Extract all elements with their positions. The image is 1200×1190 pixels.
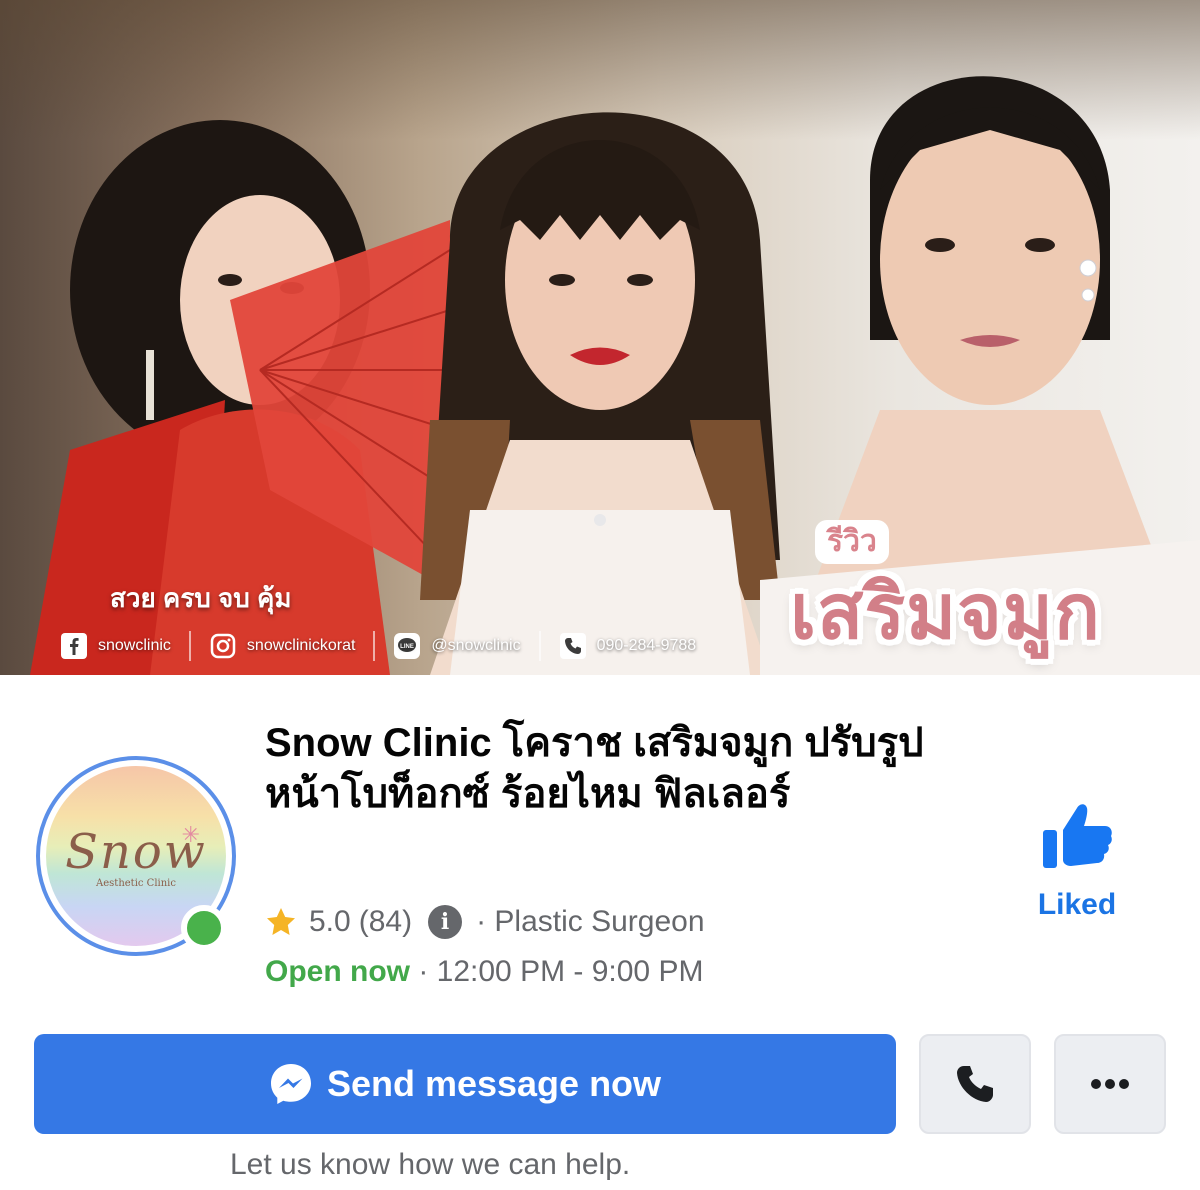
line-icon: LINE — [393, 632, 421, 660]
page-title: Snow Clinic โคราช เสริมจมูก ปรับรูปหน้าโ… — [265, 721, 924, 817]
contact-instagram-label: snowclinickorat — [246, 637, 356, 654]
hours-row: Open now · 12:00 PM - 9:00 PM — [265, 952, 703, 992]
rating-value: 5.0 — [309, 905, 351, 938]
send-message-label: Send message now — [326, 1063, 662, 1104]
cover-headline: เสริมจมูก — [790, 570, 1101, 655]
help-text: Let us know how we can help. — [230, 1148, 631, 1181]
liked-button[interactable]: Liked — [1030, 800, 1124, 922]
contact-line: LINE @snowclinic — [393, 631, 541, 661]
send-message-button[interactable]: Send message now — [34, 1034, 896, 1134]
contact-facebook-label: snowclinic — [98, 637, 171, 654]
contact-facebook: snowclinic — [60, 631, 191, 661]
contact-line-label: @snowclinic — [431, 637, 521, 654]
opening-hours: · 12:00 PM - 9:00 PM — [410, 955, 704, 988]
review-count[interactable]: (84) — [359, 905, 412, 939]
info-icon[interactable]: i — [428, 905, 463, 939]
more-options-button[interactable] — [1054, 1034, 1166, 1134]
messenger-icon — [270, 1064, 311, 1104]
contact-phone: 090-284-9788 — [559, 631, 715, 661]
online-status-indicator — [181, 905, 227, 951]
svg-text:LINE: LINE — [401, 644, 415, 650]
star-icon — [267, 908, 295, 935]
liked-label: Liked — [1037, 888, 1117, 921]
contact-phone-label: 090-284-9788 — [596, 637, 697, 654]
thumbs-up-icon — [1043, 804, 1112, 868]
call-button[interactable] — [919, 1034, 1031, 1134]
cover-model-center — [420, 112, 780, 675]
page-category: · Plastic Surgeon — [476, 905, 705, 938]
contact-instagram: snowclinickorat — [209, 631, 376, 661]
avatar-logo-subtitle: Aesthetic Clinic — [96, 877, 176, 889]
cover-photo[interactable]: สวย ครบ จบ คุ้ม snowclinic snowclinickor… — [0, 0, 1200, 675]
cover-contacts: snowclinic snowclinickorat LINE @snowcli… — [60, 626, 732, 666]
cover-slogan: สวย ครบ จบ คุ้ม — [110, 583, 292, 613]
snowflake-icon: ✳ — [181, 822, 200, 847]
facebook-icon — [60, 632, 88, 660]
more-icon — [1091, 1079, 1129, 1089]
phone-icon — [957, 1066, 993, 1102]
open-status: Open now — [265, 955, 410, 988]
instagram-icon — [209, 632, 237, 660]
rating-row: 5.0 (84) i · Plastic Surgeon — [265, 902, 705, 942]
phone-icon — [559, 632, 587, 660]
